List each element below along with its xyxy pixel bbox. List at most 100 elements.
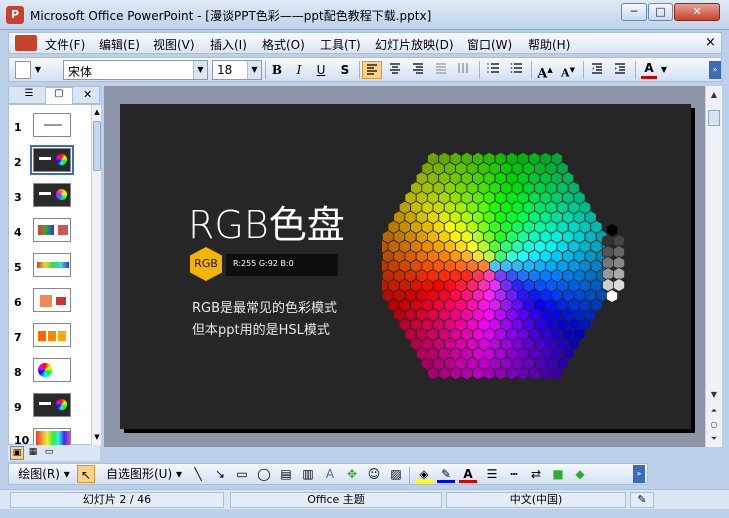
select-pointer-icon[interactable]: ↖: [77, 465, 95, 483]
vertical-scrollbar[interactable]: ▲ ▼ ⏶ ○ ⏷: [705, 86, 722, 447]
slide-thumbnail-selected[interactable]: [30, 145, 74, 175]
draw-menu[interactable]: 绘图(R) ▾: [13, 465, 75, 483]
line-style-icon[interactable]: ☰: [483, 465, 501, 483]
dash-style-icon[interactable]: ┅: [505, 465, 523, 483]
increase-indent-icon[interactable]: [610, 61, 630, 79]
bold-button[interactable]: B: [267, 61, 287, 79]
slide-thumbnail[interactable]: [33, 183, 71, 207]
menu-insert[interactable]: 插入(I): [210, 36, 247, 53]
autoshapes-menu[interactable]: 自选图形(U) ▾: [101, 465, 187, 483]
thumbnail-item[interactable]: 4: [9, 218, 89, 252]
thumbnail-item[interactable]: 2: [9, 145, 89, 182]
chevron-down-icon[interactable]: ▼: [193, 61, 207, 79]
thumbnail-item[interactable]: 6: [9, 288, 89, 322]
menu-format[interactable]: 格式(O): [262, 36, 305, 53]
font-color-icon[interactable]: A: [459, 465, 477, 483]
close-window-button[interactable]: ✕: [674, 3, 720, 21]
slide-description-line1[interactable]: RGB是最常见的色彩模式: [192, 297, 337, 316]
menu-help[interactable]: 帮助(H): [528, 36, 570, 53]
fill-color-icon[interactable]: ◈: [415, 465, 433, 483]
slide-thumbnail[interactable]: [33, 428, 71, 445]
thumbnail-item[interactable]: 8: [9, 358, 89, 392]
increase-font-icon[interactable]: A▲: [535, 61, 555, 81]
menu-edit[interactable]: 编辑(E): [99, 36, 140, 53]
toolbar-options-icon[interactable]: »: [709, 61, 721, 79]
slide-thumbnail[interactable]: [33, 218, 71, 242]
decrease-font-icon[interactable]: A▼: [558, 61, 578, 80]
slide-title[interactable]: RGB色盘: [188, 194, 345, 249]
line-icon[interactable]: ╲: [189, 465, 207, 483]
slide-thumbnail[interactable]: [33, 323, 71, 347]
select-object-icon[interactable]: ○: [707, 418, 721, 432]
menu-window[interactable]: 窗口(W): [467, 36, 512, 53]
decrease-indent-icon[interactable]: [587, 61, 607, 79]
minimize-button[interactable]: ─: [621, 3, 647, 21]
wordart-icon[interactable]: A: [321, 465, 339, 483]
scroll-down-icon[interactable]: ▼: [93, 431, 101, 443]
vertical-textbox-icon[interactable]: ▥: [299, 465, 317, 483]
slide-thumbnail[interactable]: [33, 113, 71, 137]
thumbnail-item[interactable]: 3: [9, 183, 89, 217]
clipart-icon[interactable]: ☺: [365, 465, 383, 483]
slide-thumbnail[interactable]: [33, 358, 71, 382]
next-slide-icon[interactable]: ⏷: [707, 432, 721, 446]
line-color-icon[interactable]: ✎: [437, 465, 455, 483]
normal-view-icon[interactable]: ▣: [10, 446, 24, 460]
thumbnail-item[interactable]: 1: [9, 113, 89, 147]
toolbar-options-icon[interactable]: »: [633, 465, 645, 483]
shadow-style-icon[interactable]: ■: [549, 465, 567, 483]
new-document-icon[interactable]: [15, 61, 31, 79]
scroll-up-icon[interactable]: ▲: [93, 106, 101, 118]
bulleted-list-icon[interactable]: [506, 61, 526, 79]
align-right-button[interactable]: [408, 61, 428, 79]
scrollbar-thumb[interactable]: [708, 110, 720, 126]
underline-button[interactable]: U: [311, 61, 331, 79]
textbox-icon[interactable]: ▤: [277, 465, 295, 483]
slideshow-view-icon[interactable]: ▭: [42, 446, 56, 460]
powerpoint-app-icon[interactable]: P: [6, 6, 24, 24]
scroll-down-icon[interactable]: ▼: [707, 388, 721, 402]
arrow-icon[interactable]: ↘: [211, 465, 229, 483]
thumbnail-item[interactable]: 9: [9, 393, 89, 427]
close-document-icon[interactable]: ×: [705, 35, 716, 50]
document-icon[interactable]: [15, 35, 37, 51]
chevron-down-icon[interactable]: ▼: [247, 61, 261, 79]
spelling-status-icon[interactable]: ✎: [630, 492, 654, 508]
align-left-button[interactable]: [362, 61, 382, 79]
oval-icon[interactable]: ◯: [255, 465, 273, 483]
scroll-up-icon[interactable]: ▲: [707, 88, 721, 102]
distribute-icon[interactable]: [431, 61, 451, 79]
font-size-select[interactable]: 18 ▼: [212, 60, 262, 80]
rgb-color-wheel[interactable]: [382, 144, 608, 388]
columns-icon[interactable]: [454, 61, 474, 79]
slides-tab-icon[interactable]: ▢: [45, 87, 73, 104]
align-center-button[interactable]: [385, 61, 405, 79]
slide-thumbnail[interactable]: [33, 288, 71, 312]
numbered-list-icon[interactable]: [483, 61, 503, 79]
picture-icon[interactable]: ▨: [387, 465, 405, 483]
arrow-style-icon[interactable]: ⇄: [527, 465, 545, 483]
slide-thumbnail[interactable]: [33, 253, 71, 277]
outline-tab-icon[interactable]: ☰: [15, 88, 43, 102]
slide-description-line2[interactable]: 但本ppt用的是HSL模式: [192, 319, 330, 338]
font-name-select[interactable]: 宋体 ▼: [63, 60, 208, 80]
thumbnail-item[interactable]: 7: [9, 323, 89, 357]
sorter-view-icon[interactable]: ▦: [26, 446, 40, 460]
menu-view[interactable]: 视图(V): [153, 36, 195, 53]
menu-file[interactable]: 文件(F): [45, 36, 85, 53]
previous-slide-icon[interactable]: ⏶: [707, 404, 721, 418]
rectangle-icon[interactable]: ▭: [233, 465, 251, 483]
new-dropdown-icon[interactable]: ▼: [33, 61, 43, 79]
maximize-button[interactable]: □: [648, 3, 673, 21]
diagram-icon[interactable]: ✥: [343, 465, 361, 483]
shadow-button[interactable]: S: [335, 61, 355, 79]
menu-slideshow[interactable]: 幻灯片放映(D): [375, 36, 454, 53]
close-panel-icon[interactable]: ✕: [83, 88, 92, 101]
3d-style-icon[interactable]: ◆: [571, 465, 589, 483]
slide-thumbnail[interactable]: [33, 393, 71, 417]
thumbnail-item[interactable]: 5: [9, 253, 89, 287]
thumbnail-scrollbar[interactable]: ▲ ▼: [91, 105, 101, 445]
font-color-button[interactable]: A: [641, 61, 657, 79]
italic-button[interactable]: I: [289, 61, 309, 79]
font-color-dropdown-icon[interactable]: ▼: [659, 61, 669, 79]
